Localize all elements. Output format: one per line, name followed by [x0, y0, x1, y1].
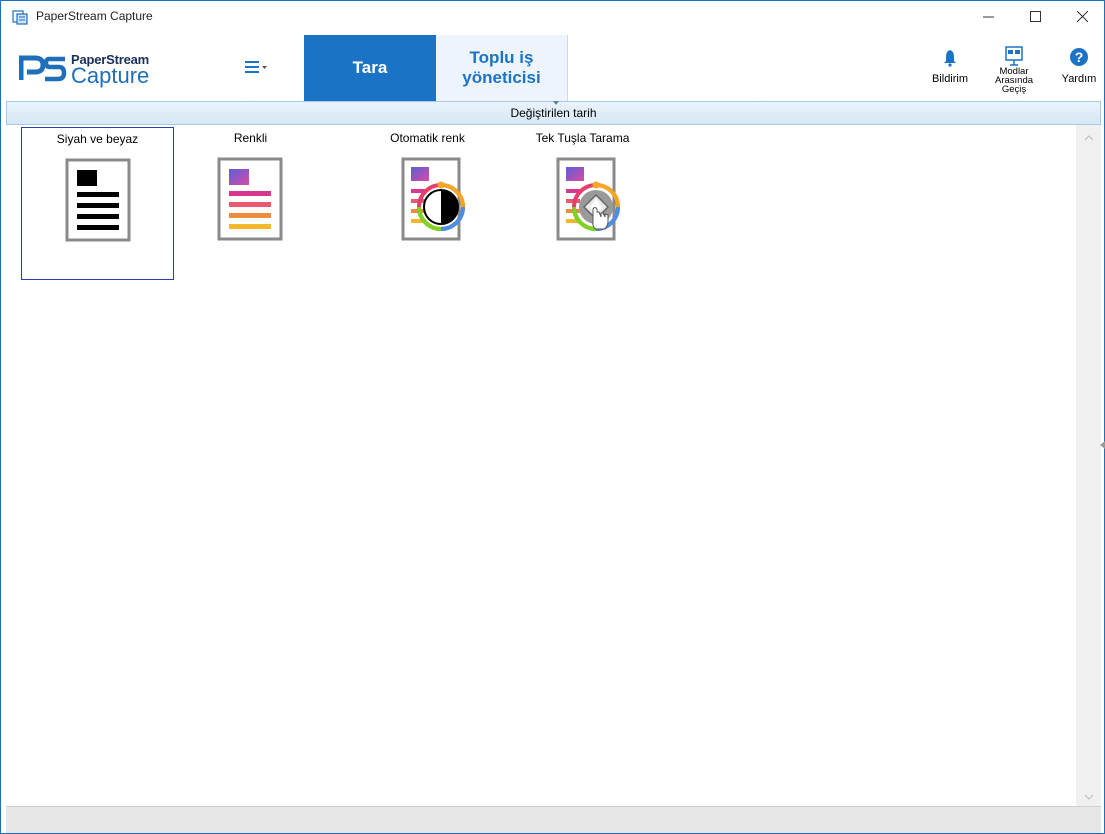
title-bar: PaperStream Capture: [1, 1, 1104, 31]
tab-tara[interactable]: Tara: [304, 35, 436, 101]
notification-button[interactable]: Bildirim: [927, 43, 973, 85]
vertical-scrollbar[interactable]: [1076, 125, 1101, 806]
app-window: PaperStream Capture PaperStream Capture: [0, 0, 1105, 834]
profile-item-siyah-ve-beyaz[interactable]: Siyah ve beyaz: [21, 127, 174, 280]
profile-name: Renkli: [233, 131, 268, 145]
help-button[interactable]: ? Yardım: [1055, 43, 1103, 85]
tab-toplu-label-line2: yöneticisi: [462, 68, 541, 87]
minimize-button[interactable]: [965, 1, 1011, 31]
sort-header-label: Değiştirilen tarih: [510, 106, 597, 120]
scroll-up-icon[interactable]: [1084, 133, 1094, 143]
profile-item-tek-tusla-tarama[interactable]: Tek Tuşla Tarama: [506, 127, 659, 280]
auto-color-document-icon: [401, 157, 465, 241]
app-icon: [12, 10, 28, 25]
maximize-icon: [1029, 10, 1041, 22]
hamburger-menu-icon: [245, 61, 267, 73]
notification-label: Bildirim: [931, 73, 969, 85]
profile-item-renkli[interactable]: Renkli: [174, 127, 327, 280]
main-menu-button[interactable]: [243, 55, 283, 79]
color-document-icon: [217, 157, 283, 241]
logo-brand-bottom: Capture: [71, 63, 150, 88]
window-title: PaperStream Capture: [36, 9, 153, 23]
side-panel-expand-icon[interactable]: [1100, 441, 1105, 449]
tab-tara-label: Tara: [352, 58, 388, 77]
help-icon: ?: [1070, 48, 1088, 66]
ps-logo-icon: [19, 55, 67, 82]
mode-switch-icon: [1005, 46, 1023, 66]
tab-toplu-label-line1: Toplu iş: [469, 48, 534, 67]
svg-text:?: ?: [1075, 49, 1084, 65]
maximize-button[interactable]: [1012, 1, 1058, 31]
status-bar: [6, 806, 1101, 833]
mode-switch-button[interactable]: Modlar Arasında Geçiş: [989, 43, 1039, 94]
bell-icon: [944, 50, 956, 67]
mode-switch-label-line3: Geçiş: [1001, 84, 1027, 95]
profile-name: Siyah ve beyaz: [56, 132, 139, 146]
close-button[interactable]: [1059, 1, 1105, 31]
help-label: Yardım: [1061, 73, 1097, 85]
minimize-icon: [982, 16, 994, 17]
profile-item-otomatik-renk[interactable]: Otomatik renk: [351, 127, 504, 280]
sort-column-header[interactable]: Değiştirilen tarih: [6, 101, 1101, 125]
profile-name: Tek Tuşla Tarama: [535, 131, 630, 145]
close-icon: [1076, 10, 1088, 22]
one-touch-scan-icon: [556, 157, 620, 241]
profile-list: Siyah ve beyaz Renkli Otomatik renk Tek …: [6, 125, 1076, 806]
paperstream-logo: PaperStream Capture: [19, 51, 169, 91]
scroll-down-icon[interactable]: [1084, 792, 1094, 802]
black-white-document-icon: [65, 158, 131, 242]
sort-arrow-icon: [553, 101, 559, 105]
profile-name: Otomatik renk: [390, 131, 465, 145]
tab-toplu-is-yoneticisi[interactable]: Toplu iş yöneticisi: [436, 35, 568, 101]
ribbon: PaperStream Capture Tara Toplu iş yöneti…: [1, 31, 1104, 101]
